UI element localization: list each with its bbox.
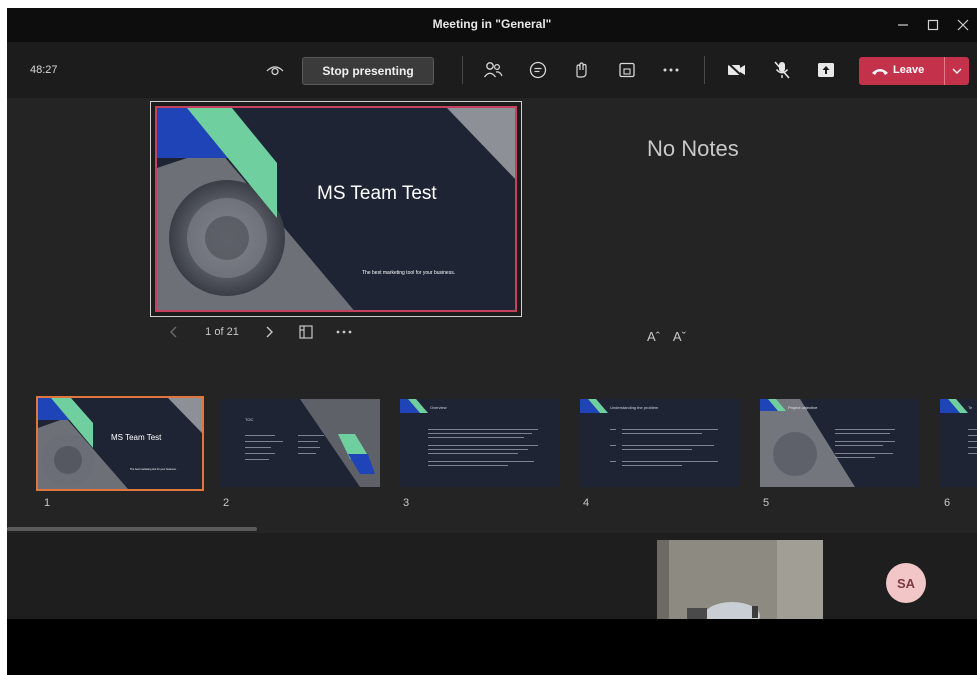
thumbnail-number: 5 xyxy=(763,497,770,509)
leave-split-divider xyxy=(944,57,945,85)
toolbar-divider xyxy=(704,56,705,84)
chat-button[interactable] xyxy=(526,58,550,82)
thumbnail-graphic xyxy=(760,399,855,487)
hang-up-icon xyxy=(872,69,888,75)
thumbnail-title: Project objective xyxy=(788,405,818,410)
leave-button[interactable]: Leave xyxy=(859,57,969,85)
slide-subtitle: The best marketing tool for your busines… xyxy=(362,270,456,276)
window-title: Meeting in "General" xyxy=(432,17,552,31)
chevron-left-icon xyxy=(170,326,177,338)
slide-thumbnail-6[interactable]: Te xyxy=(940,399,977,487)
participants-strip: SA xyxy=(7,533,977,619)
thumbnail-title: Overview xyxy=(430,405,447,410)
thumbnail-title: TOC xyxy=(245,417,254,422)
maximize-button[interactable] xyxy=(922,14,944,36)
eye-icon xyxy=(266,66,284,76)
mic-off-icon xyxy=(774,61,790,79)
thumbnail-number: 1 xyxy=(44,497,51,509)
slide-thumbnail-4[interactable]: Understanding the problem xyxy=(580,399,740,487)
thumbnail-graphic xyxy=(580,399,608,413)
slide-title: MS Team Test xyxy=(317,183,437,204)
more-icon xyxy=(663,68,679,72)
thumbnail-scrollbar[interactable] xyxy=(7,527,257,531)
raise-hand-icon xyxy=(576,62,587,78)
meeting-timer: 48:27 xyxy=(30,64,58,76)
notes-font-controls: Aˆ Aˇ xyxy=(647,329,696,344)
thumbnail-number: 2 xyxy=(223,497,230,509)
slide-thumbnail-3[interactable]: Overview xyxy=(400,399,560,487)
thumbnail-graphic xyxy=(38,398,202,489)
avatar[interactable]: SA xyxy=(886,563,926,603)
increase-font-button[interactable]: Aˆ xyxy=(647,329,660,344)
title-bar: Meeting in "General" xyxy=(7,8,977,42)
thumbnail-number: 3 xyxy=(403,497,410,509)
thumbnail-title: MS Team Test xyxy=(111,433,162,442)
camera-off-icon xyxy=(727,62,745,78)
share-tray-icon xyxy=(818,63,834,77)
thumbnail-number: 6 xyxy=(944,497,951,509)
share-content-button[interactable] xyxy=(814,58,838,82)
slide-thumbnail-5[interactable]: Project objective xyxy=(760,399,920,487)
participants-button[interactable] xyxy=(481,58,505,82)
minimize-button[interactable] xyxy=(892,14,914,36)
slide-thumbnail-2[interactable]: TOC xyxy=(220,399,380,487)
slide-canvas: MS Team Test The best marketing tool for… xyxy=(155,106,517,312)
bottom-bar xyxy=(7,619,977,675)
teams-meeting-window: Meeting in "General" 48:27 Stop presenti… xyxy=(7,8,977,675)
decrease-font-button[interactable]: Aˇ xyxy=(673,329,686,344)
slide-navigation: 1 of 21 xyxy=(167,322,367,344)
slide-graphic xyxy=(157,108,515,310)
minimize-icon xyxy=(898,24,908,26)
toolbar-divider xyxy=(462,56,463,84)
chat-icon xyxy=(529,61,547,79)
close-icon xyxy=(957,19,969,31)
video-feed xyxy=(657,540,823,619)
chevron-down-icon[interactable] xyxy=(952,68,962,74)
mic-toggle[interactable] xyxy=(770,58,794,82)
current-slide-preview: MS Team Test The best marketing tool for… xyxy=(150,101,522,317)
meeting-toolbar: 48:27 Stop presenting Leave xyxy=(7,42,977,98)
camera-toggle[interactable] xyxy=(725,58,749,82)
page-indicator: 1 of 21 xyxy=(205,326,239,338)
rooms-button[interactable] xyxy=(615,58,639,82)
slide-more-options-button[interactable] xyxy=(335,322,353,342)
maximize-icon xyxy=(927,19,939,31)
thumbnail-graphic xyxy=(300,399,380,487)
slides-overview-icon xyxy=(299,325,313,339)
stop-presenting-button[interactable]: Stop presenting xyxy=(302,57,434,85)
leave-label: Leave xyxy=(893,64,925,76)
thumbnail-number: 4 xyxy=(583,497,590,509)
more-icon xyxy=(336,330,352,334)
reactions-button[interactable] xyxy=(570,58,594,82)
chevron-right-icon xyxy=(266,326,273,338)
slide-grid-button[interactable] xyxy=(297,322,315,342)
thumbnail-subtitle: The best marketing tool for your busines… xyxy=(130,468,177,471)
rooms-icon xyxy=(619,62,635,78)
more-actions-button[interactable] xyxy=(659,58,683,82)
thumbnail-graphic xyxy=(940,399,968,413)
people-icon xyxy=(483,62,503,78)
previous-slide-button[interactable] xyxy=(167,322,181,342)
slide-thumbnail-1[interactable]: MS Team Test The best marketing tool for… xyxy=(36,396,204,491)
viewing-toggle[interactable] xyxy=(263,58,287,82)
thumbnail-title: Understanding the problem xyxy=(610,405,659,410)
thumbnail-title: Te xyxy=(968,405,973,410)
thumbnail-graphic xyxy=(400,399,428,413)
next-slide-button[interactable] xyxy=(262,322,276,342)
close-window-button[interactable] xyxy=(952,14,974,36)
participant-video[interactable] xyxy=(657,540,823,619)
slide-thumbnail-strip: MS Team Test The best marketing tool for… xyxy=(7,393,977,513)
speaker-notes: No Notes xyxy=(647,136,739,161)
